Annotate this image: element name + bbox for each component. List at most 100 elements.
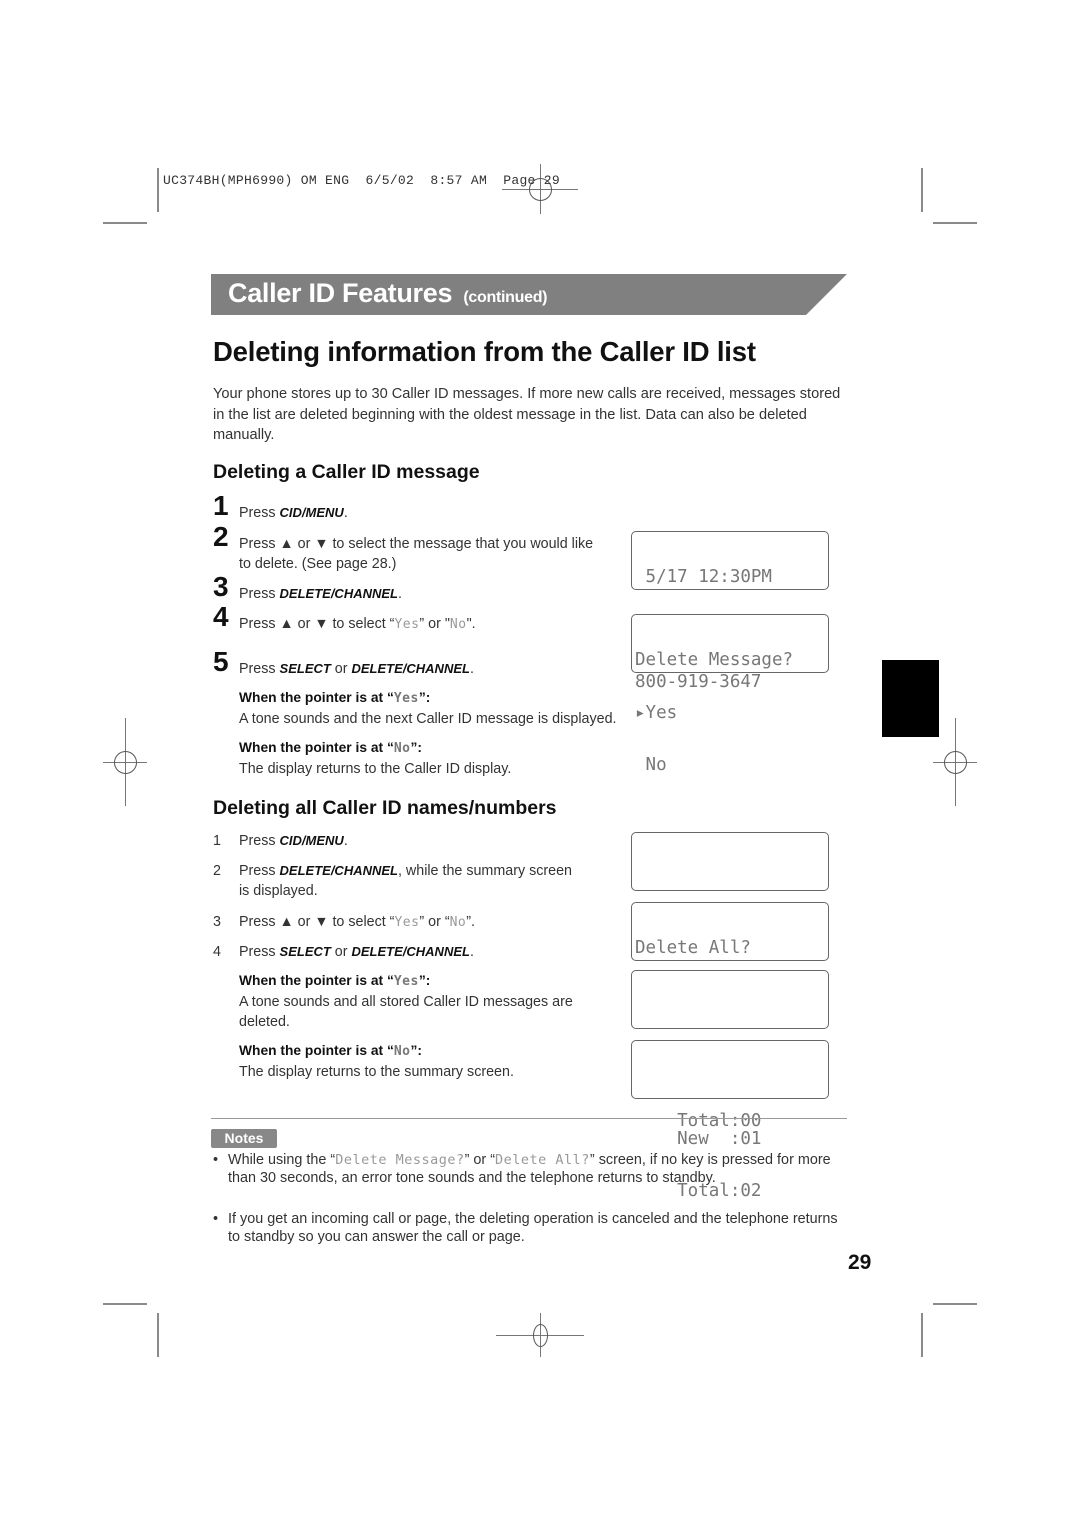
crop-mark bbox=[103, 1303, 147, 1305]
lcd-option-yes: Yes bbox=[394, 915, 420, 930]
step-number: 2 bbox=[213, 863, 221, 879]
lcd-screen-caller-entry: 5/17 12:30PM Memorex 800-919-3647 bbox=[631, 531, 829, 691]
lcd-term: Delete All? bbox=[495, 1152, 590, 1168]
intro-paragraph: Your phone stores up to 30 Caller ID mes… bbox=[213, 386, 841, 443]
step-text: Press ▲ or ▼ to select “ bbox=[239, 914, 395, 930]
section-banner: Caller ID Features (continued) bbox=[211, 274, 847, 315]
label-text: ”: bbox=[410, 740, 423, 755]
step-text: Press bbox=[239, 944, 280, 960]
lcd-line bbox=[635, 1008, 828, 1026]
lcd-line: ▸Yes bbox=[635, 702, 678, 723]
step-number: 4 bbox=[213, 944, 221, 960]
page-number: 29 bbox=[848, 1251, 872, 1274]
step-text: Press ▲ or ▼ to select the message that … bbox=[239, 536, 594, 572]
print-slug: UC374BH(MPH6990) OM ENG 6/5/02 8:57 AM P… bbox=[163, 173, 560, 188]
crop-mark bbox=[103, 222, 147, 224]
step-number: 2 bbox=[213, 521, 229, 552]
bullet-icon: • bbox=[213, 1211, 219, 1227]
label-text: When the pointer is at “ bbox=[239, 740, 394, 755]
step-number: 3 bbox=[213, 571, 229, 602]
key-name: SELECT bbox=[279, 661, 331, 676]
lcd-line: Delete Message? bbox=[635, 650, 794, 670]
lcd-option-no: No bbox=[393, 1044, 411, 1059]
when-no-description: The display returns to the summary scree… bbox=[239, 1064, 514, 1080]
step-text: . bbox=[343, 505, 348, 521]
label-text: ”: bbox=[418, 973, 431, 988]
step-text: or bbox=[330, 944, 352, 960]
lcd-screen-summary-return: New :01 Total:02 bbox=[631, 1040, 829, 1200]
banner-suffix: (continued) bbox=[463, 289, 548, 306]
label-text: ”: bbox=[418, 690, 431, 705]
key-name: CID/MENU bbox=[279, 505, 344, 520]
section-heading-delete-all: Deleting all Caller ID names/numbers bbox=[213, 797, 557, 819]
lcd-screen-total-zero: Total:00 bbox=[631, 970, 829, 1130]
crop-mark bbox=[933, 222, 977, 224]
key-name: DELETE/CHANNEL bbox=[351, 944, 470, 959]
step-text: . bbox=[469, 661, 474, 677]
label-text: When the pointer is at “ bbox=[239, 690, 394, 705]
when-no-label: When the pointer is at “No”: bbox=[239, 1043, 422, 1059]
step-text: Press bbox=[239, 661, 280, 677]
note-text: If you get an incoming call or page, the… bbox=[228, 1211, 838, 1246]
lcd-line: Delete All? bbox=[635, 938, 751, 958]
step-text: Press bbox=[239, 863, 280, 879]
lcd-term: Delete Message? bbox=[335, 1152, 465, 1168]
when-no-description: The display returns to the Caller ID dis… bbox=[239, 761, 512, 777]
step-text: ” or “ bbox=[419, 914, 450, 930]
notes-badge: Notes bbox=[211, 1129, 277, 1148]
lcd-option-no: No bbox=[449, 915, 467, 930]
lcd-option-no: No bbox=[393, 741, 411, 756]
step-text: ”. bbox=[466, 914, 475, 930]
bullet-icon: • bbox=[213, 1152, 219, 1168]
lcd-line bbox=[635, 1078, 828, 1096]
crop-mark bbox=[933, 1303, 977, 1305]
step-number: 4 bbox=[213, 601, 229, 632]
step-number: 1 bbox=[213, 833, 221, 849]
crop-mark bbox=[921, 168, 923, 212]
step-text: . bbox=[397, 586, 402, 602]
step-text: . bbox=[469, 944, 474, 960]
label-text: When the pointer is at “ bbox=[239, 973, 394, 988]
step-text: Press bbox=[239, 586, 280, 602]
when-yes-label: When the pointer is at “Yes”: bbox=[239, 690, 430, 706]
step-text: or bbox=[330, 661, 352, 677]
label-text: When the pointer is at “ bbox=[239, 1043, 394, 1058]
section-heading-delete-one: Deleting a Caller ID message bbox=[213, 461, 480, 483]
lcd-option-no: No bbox=[449, 617, 467, 632]
crop-mark bbox=[921, 1313, 923, 1357]
lcd-line bbox=[635, 870, 828, 888]
lcd-screen-delete-all: Delete All? Yes ▸No bbox=[631, 902, 829, 1062]
step-text: Press ▲ or ▼ to select “ bbox=[239, 616, 395, 632]
note-text: ” or “ bbox=[464, 1152, 495, 1168]
lcd-line: New :01 bbox=[635, 1128, 762, 1149]
banner-title: Caller ID Features (continued) bbox=[228, 278, 548, 309]
banner-title-text: Caller ID Features bbox=[228, 278, 453, 308]
key-name: DELETE/CHANNEL bbox=[279, 863, 398, 878]
when-yes-description: A tone sounds and the next Caller ID mes… bbox=[239, 711, 617, 727]
step-text: Press bbox=[239, 505, 280, 521]
lcd-option-yes: Yes bbox=[393, 974, 419, 989]
step-text: ” or " bbox=[419, 616, 450, 632]
key-name: DELETE/CHANNEL bbox=[351, 661, 470, 676]
lcd-screen-summary: New :01 Total:02 bbox=[631, 832, 829, 992]
chapter-tab bbox=[882, 660, 939, 737]
lcd-option-yes: Yes bbox=[394, 617, 420, 632]
lcd-screen-delete-message: Delete Message? ▸Yes No bbox=[631, 614, 829, 774]
step-text: Press bbox=[239, 833, 280, 849]
label-text: ”: bbox=[410, 1043, 423, 1058]
lcd-line: No bbox=[635, 755, 667, 775]
key-name: DELETE/CHANNEL bbox=[279, 586, 398, 601]
when-no-label: When the pointer is at “No”: bbox=[239, 740, 422, 756]
key-name: SELECT bbox=[279, 944, 331, 959]
lcd-option-yes: Yes bbox=[393, 691, 419, 706]
step-text: ". bbox=[466, 616, 476, 632]
crop-mark bbox=[157, 168, 159, 212]
step-number: 1 bbox=[213, 490, 229, 521]
key-name: CID/MENU bbox=[279, 833, 344, 848]
crop-mark bbox=[157, 1313, 159, 1357]
when-yes-description: A tone sounds and all stored Caller ID m… bbox=[239, 994, 573, 1030]
step-text: . bbox=[343, 833, 348, 849]
note-text: While using the “ bbox=[228, 1152, 336, 1168]
when-yes-label: When the pointer is at “Yes”: bbox=[239, 973, 430, 989]
divider bbox=[211, 1118, 847, 1119]
